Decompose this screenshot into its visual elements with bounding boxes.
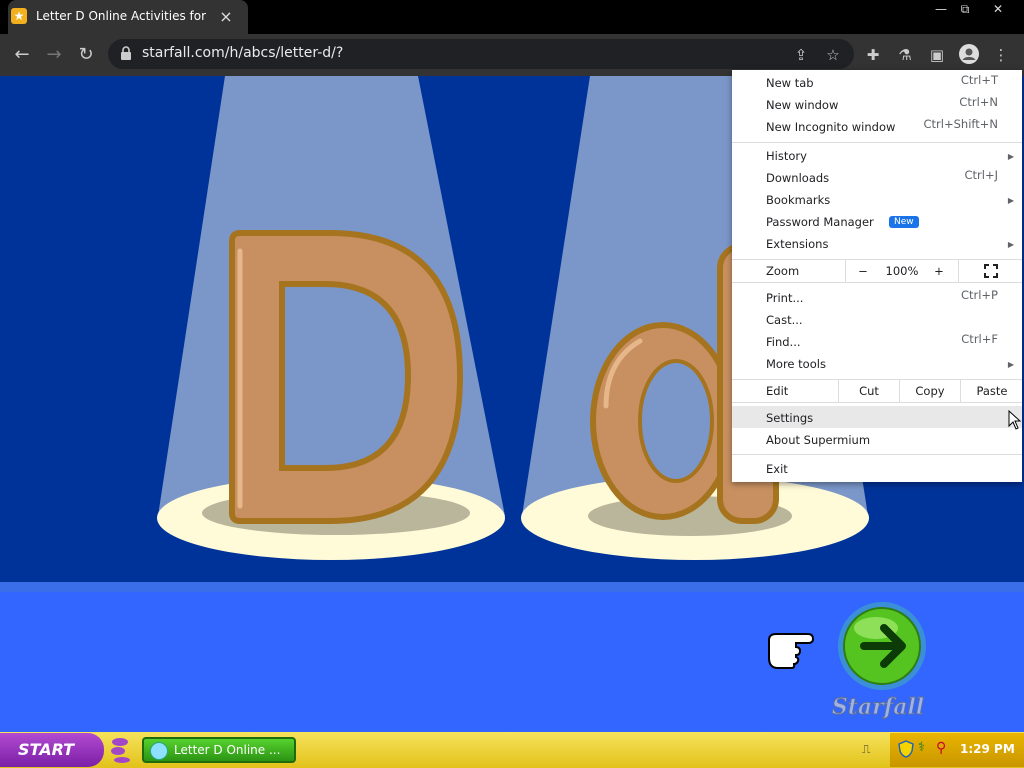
extensions-puzzle-icon[interactable]: ✚ — [862, 44, 884, 66]
submenu-arrow-icon: ▶ — [1007, 360, 1014, 369]
menu-find[interactable]: Find... — [766, 335, 801, 349]
menu-downloads[interactable]: Downloads — [766, 171, 829, 185]
menu-edit-label: Edit — [766, 384, 789, 398]
shield-icon[interactable] — [898, 740, 914, 758]
new-badge: New — [889, 216, 919, 228]
labs-flask-icon[interactable]: ⚗ — [894, 44, 916, 66]
zoom-out-button[interactable]: − — [845, 260, 880, 282]
menu-separator — [732, 454, 1022, 455]
menu-new-tab[interactable]: New tab — [766, 76, 814, 90]
shortcut-new-tab: Ctrl+T — [960, 73, 998, 87]
search-tray-icon[interactable]: ⚲ — [936, 740, 952, 758]
menu-extensions[interactable]: Extensions — [766, 237, 828, 251]
spotlight-beam-left — [158, 76, 505, 516]
tab-title: Letter D Online Activities for K — [36, 9, 206, 23]
browser-icon — [150, 742, 168, 760]
menu-separator — [732, 402, 1022, 403]
star-favicon-icon: ★ — [11, 8, 27, 24]
menu-new-incognito[interactable]: New Incognito window — [766, 120, 895, 134]
shortcut-find: Ctrl+F — [961, 332, 998, 346]
menu-cast[interactable]: Cast... — [766, 313, 803, 327]
menu-history[interactable]: History — [766, 149, 807, 163]
menu-password-manager[interactable]: Password Manager — [766, 215, 874, 229]
menu-exit[interactable]: Exit — [766, 462, 788, 476]
start-button[interactable]: START — [0, 733, 104, 767]
window-close-button[interactable]: ✕ — [982, 0, 1014, 18]
cut-button[interactable]: Cut — [838, 380, 899, 402]
bookmark-star-icon[interactable]: ☆ — [822, 44, 844, 66]
starfall-logo[interactable]: Starfall — [822, 694, 934, 721]
window-restore-button[interactable]: ⧉ — [950, 0, 980, 18]
stage-divider — [0, 582, 1024, 592]
quick-launch-icon[interactable] — [108, 736, 132, 764]
tab-close-icon[interactable]: × — [216, 7, 236, 27]
zoom-level: 100% — [885, 264, 919, 278]
kebab-menu-icon[interactable]: ⋮ — [990, 44, 1012, 66]
clock: 1:29 PM — [960, 742, 1015, 756]
menu-zoom-label: Zoom — [766, 264, 800, 278]
menu-settings[interactable]: Settings — [766, 411, 813, 425]
forward-arrow-icon[interactable]: → — [42, 44, 66, 66]
lock-icon[interactable] — [120, 46, 132, 60]
menu-new-window[interactable]: New window — [766, 98, 838, 112]
submenu-arrow-icon: ▶ — [1007, 152, 1014, 161]
paste-button[interactable]: Paste — [960, 380, 1023, 402]
menu-separator — [732, 282, 1022, 283]
profile-icon[interactable] — [958, 44, 980, 66]
copy-button[interactable]: Copy — [899, 380, 960, 402]
menu-more-tools[interactable]: More tools — [766, 357, 826, 371]
next-arrow-button[interactable] — [836, 600, 928, 692]
share-icon[interactable]: ⇪ — [790, 44, 812, 66]
submenu-arrow-icon: ▶ — [1007, 240, 1014, 249]
menu-bookmarks[interactable]: Bookmarks — [766, 193, 830, 207]
shortcut-downloads: Ctrl+J — [964, 168, 999, 182]
url-text[interactable]: starfall.com/h/abcs/letter-d/? — [142, 45, 343, 61]
browser-app-menu: New tab Ctrl+T New window Ctrl+N New Inc… — [732, 70, 1022, 482]
shortcut-new-incognito: Ctrl+Shift+N — [923, 117, 998, 131]
reload-icon[interactable]: ↻ — [74, 44, 98, 66]
zoom-in-button[interactable]: + — [924, 260, 954, 282]
fullscreen-icon — [984, 264, 998, 278]
side-panel-icon[interactable]: ▣ — [926, 44, 948, 66]
network-icon[interactable]: ⎍ — [862, 742, 876, 756]
submenu-arrow-icon: ▶ — [1007, 196, 1014, 205]
menu-about[interactable]: About Supermium — [766, 433, 870, 447]
menu-separator — [732, 142, 1022, 143]
tray-app-icon[interactable]: ⚕ — [918, 740, 934, 758]
back-arrow-icon[interactable]: ← — [10, 44, 34, 66]
fullscreen-button[interactable] — [958, 260, 1023, 282]
shortcut-new-window: Ctrl+N — [959, 95, 998, 109]
mouse-cursor-icon — [1008, 409, 1022, 430]
menu-print[interactable]: Print... — [766, 291, 803, 305]
pointing-hand-icon — [766, 624, 816, 670]
shortcut-print: Ctrl+P — [960, 288, 998, 302]
